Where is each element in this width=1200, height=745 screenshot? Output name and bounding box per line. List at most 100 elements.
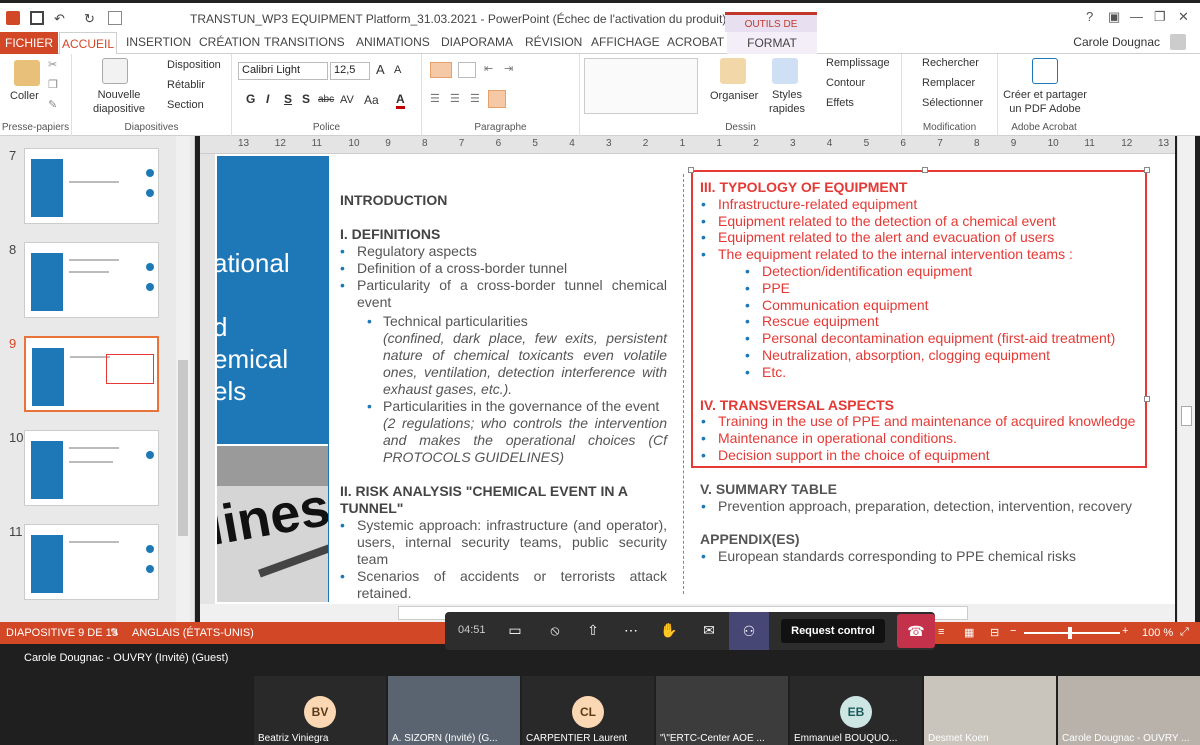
zoom-level[interactable]: 100 % (1142, 627, 1173, 639)
zoom-slider[interactable] (1024, 632, 1120, 634)
minimize-icon[interactable]: — (1130, 9, 1143, 24)
select-button[interactable]: Sélectionner (922, 97, 983, 109)
grow-font-button[interactable]: A (376, 62, 385, 77)
replace-button[interactable]: Remplacer (922, 77, 975, 89)
italic-button[interactable]: I (266, 92, 269, 106)
tab-insertion[interactable]: INSERTION (126, 35, 191, 49)
request-control-button[interactable]: Request control (781, 619, 885, 643)
tab-animations[interactable]: ANIMATIONS (356, 35, 430, 49)
resize-handle[interactable] (1144, 167, 1150, 173)
align-left-icon[interactable]: ☰ (430, 92, 440, 105)
bold-button[interactable]: G (246, 92, 255, 106)
vertical-scrollbar[interactable] (1177, 136, 1195, 622)
slide-canvas[interactable]: ational d emical els lines INTRODUCTION … (215, 154, 1175, 604)
create-pdf-button[interactable]: Créer et partager un PDF Adobe (1000, 88, 1090, 116)
outline-button[interactable]: Contour (826, 77, 865, 89)
raise-hand-icon[interactable]: ✋ (659, 622, 679, 640)
font-size-select[interactable]: 12,5 (330, 62, 370, 80)
font-family-select[interactable]: Calibri Light (238, 62, 328, 80)
right-text-column[interactable]: III. TYPOLOGY OF EQUIPMENT Infrastructur… (700, 179, 1150, 565)
language-indicator[interactable]: ANGLAIS (ÉTATS-UNIS) (132, 627, 254, 639)
quick-styles-button[interactable]: Styles rapides (764, 88, 810, 116)
tab-fichier[interactable]: FICHIER (0, 32, 58, 54)
strikethrough-button[interactable]: abc (318, 94, 334, 105)
thumbnails-scrollbar[interactable] (176, 136, 190, 622)
numbering-button[interactable] (458, 62, 476, 78)
align-center-icon[interactable]: ☰ (450, 92, 460, 105)
tab-affichage[interactable]: AFFICHAGE (591, 35, 660, 49)
effects-button[interactable]: Effets (826, 97, 854, 109)
tab-acrobat[interactable]: ACROBAT (667, 35, 724, 49)
close-icon[interactable]: ✕ (1178, 9, 1189, 25)
tab-accueil[interactable]: ACCUEIL (59, 32, 117, 55)
resize-handle[interactable] (688, 167, 694, 173)
participant-tile[interactable]: "\"ERTC-Center AOE ... (656, 676, 788, 745)
copy-icon[interactable]: ❐ (48, 78, 58, 91)
hang-up-icon[interactable]: ☎ (897, 614, 935, 648)
tab-format[interactable]: FORMAT (727, 32, 817, 54)
participant-tile[interactable]: Carole Dougnac - OUVRY ... (1058, 676, 1200, 745)
fill-button[interactable]: Remplissage (826, 57, 890, 69)
tab-diaporama[interactable]: DIAPORAMA (441, 35, 513, 49)
indent-decrease-icon[interactable]: ⇤ (484, 62, 493, 75)
justify-button[interactable] (488, 90, 506, 108)
participant-tile[interactable]: Desmet Koen (924, 676, 1056, 745)
indent-increase-icon[interactable]: ⇥ (504, 62, 513, 75)
reset-button[interactable]: Rétablir (167, 79, 205, 91)
paste-button[interactable]: Coller (10, 90, 39, 102)
layout-button[interactable]: Disposition (167, 59, 221, 71)
resize-handle[interactable] (922, 167, 928, 173)
help-icon[interactable]: ? (1086, 9, 1093, 24)
ribbon-options-icon[interactable]: ▣ (1108, 9, 1120, 25)
participants-icon[interactable]: ⚇ (729, 612, 769, 650)
presentation-icon[interactable] (108, 11, 122, 25)
zoom-out-icon[interactable]: − (1010, 625, 1016, 637)
bullets-button[interactable] (430, 62, 452, 78)
thumbnail-slide[interactable] (24, 148, 159, 224)
cut-icon[interactable]: ✂ (48, 58, 57, 71)
fit-slide-icon[interactable]: ⤢ (1180, 626, 1189, 639)
spelling-icon[interactable]: ✎ (110, 626, 119, 639)
participant-tile[interactable]: EB Emmanuel BOUQUO... (790, 676, 922, 745)
more-options-icon[interactable]: ⋯ (621, 622, 641, 640)
avatar[interactable] (1170, 34, 1186, 50)
new-slide-button[interactable]: Nouvelle diapositive (84, 88, 154, 116)
redo-icon[interactable]: ↻ (84, 11, 98, 26)
thumbnail-slide-selected[interactable] (24, 336, 159, 412)
thumbnail-slide[interactable] (24, 242, 159, 318)
tab-revision[interactable]: RÉVISION (525, 35, 582, 49)
format-painter-icon[interactable]: ✎ (48, 98, 57, 111)
section-button[interactable]: Section (167, 99, 204, 111)
normal-view-icon[interactable]: ▦ (964, 626, 974, 639)
maximize-icon[interactable]: ❐ (1154, 9, 1166, 25)
save-icon[interactable] (30, 11, 44, 25)
char-spacing-button[interactable]: AV (340, 94, 354, 106)
shapes-gallery[interactable] (584, 58, 698, 114)
shrink-font-button[interactable]: A (394, 64, 401, 76)
thumbnail-slide[interactable] (24, 524, 159, 600)
left-text-column[interactable]: INTRODUCTION I. DEFINITIONS Regulatory a… (340, 184, 667, 602)
undo-icon[interactable]: ↶ (54, 11, 68, 26)
chat-icon[interactable]: ✉ (699, 622, 719, 640)
zoom-slider-thumb[interactable] (1068, 627, 1072, 639)
thumbnail-slide[interactable] (24, 430, 159, 506)
zoom-in-icon[interactable]: + (1122, 625, 1128, 637)
participant-tile[interactable]: CL CARPENTIER Laurent (522, 676, 654, 745)
share-screen-icon[interactable]: ⇧ (583, 622, 603, 640)
font-color-button[interactable]: A (396, 92, 405, 109)
participant-tile[interactable]: BV Beatriz Viniegra (254, 676, 386, 745)
shadow-button[interactable]: S (302, 92, 310, 106)
camera-off-icon[interactable]: ▭ (505, 622, 525, 640)
notes-icon[interactable]: ≡ (938, 626, 944, 638)
find-button[interactable]: Rechercher (922, 57, 979, 69)
user-account[interactable]: Carole Dougnac (1073, 35, 1160, 49)
align-right-icon[interactable]: ☰ (470, 92, 480, 105)
mic-off-icon[interactable]: ⦸ (545, 622, 565, 640)
change-case-button[interactable]: Aa (364, 93, 379, 107)
tab-creation[interactable]: CRÉATION (199, 35, 260, 49)
participant-tile[interactable]: A. SIZORN (Invité) (G... (388, 676, 520, 745)
slideshow-icon[interactable]: ⊟ (990, 626, 999, 639)
tab-transitions[interactable]: TRANSITIONS (264, 35, 345, 49)
arrange-button[interactable]: Organiser (710, 90, 758, 102)
underline-button[interactable]: S (284, 92, 292, 106)
